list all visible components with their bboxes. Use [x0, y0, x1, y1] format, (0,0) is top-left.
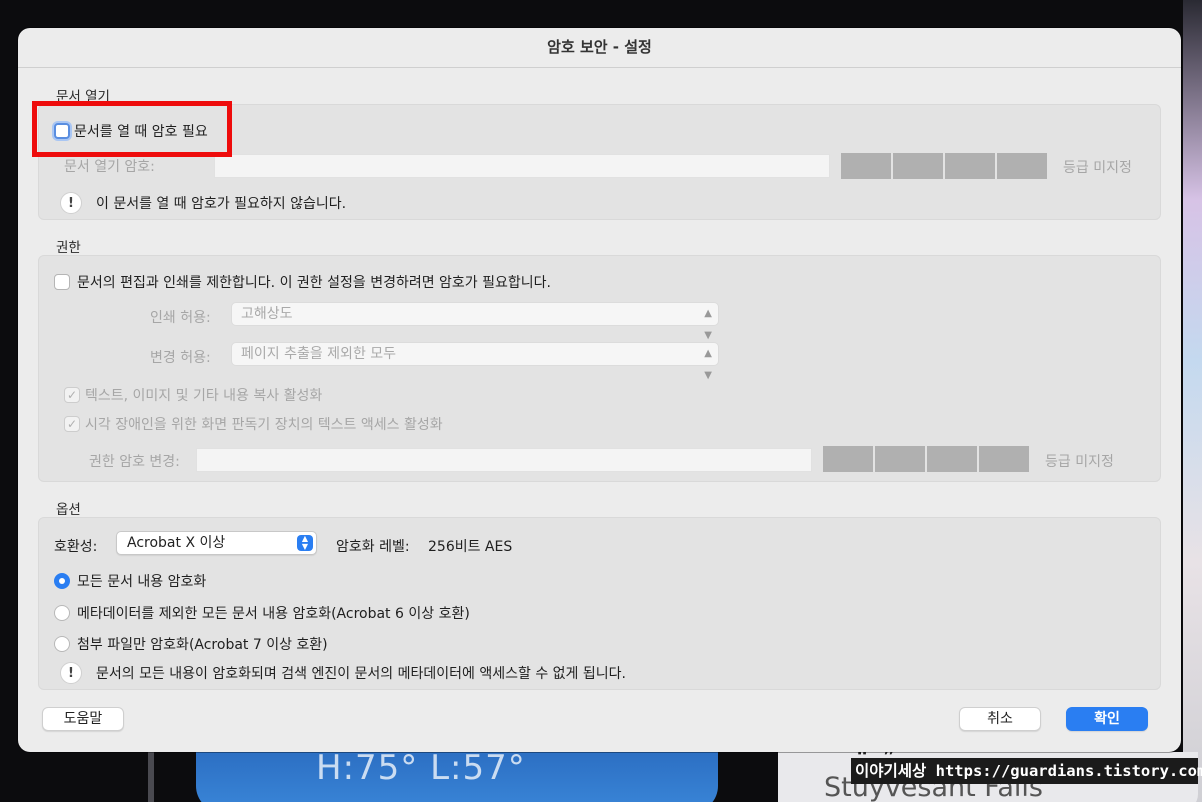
encryption-level-value: 256비트 AES: [428, 539, 513, 555]
open-info-text: 이 문서를 열 때 암호가 필요하지 않습니다.: [96, 196, 347, 212]
radio-encrypt-except-metadata-label: 메타데이터를 제외한 모든 문서 내용 암호화(Acrobat 6 이상 호환): [77, 606, 470, 622]
permissions-strength-label: 등급 미지정: [1045, 454, 1114, 470]
radio-encrypt-attachments-row[interactable]: 첨부 파일만 암호화(Acrobat 7 이상 호환): [54, 634, 328, 654]
strength-segment: [893, 153, 943, 179]
open-password-input[interactable]: [214, 154, 830, 178]
radio-encrypt-all-row[interactable]: 모든 문서 내용 암호화: [54, 571, 206, 591]
change-allowed-value: 페이지 추출을 제외한 모두: [241, 346, 397, 362]
copy-content-label: 텍스트, 이미지 및 기타 내용 복사 활성화: [85, 388, 323, 404]
screenreader-checkbox[interactable]: ✓: [64, 416, 80, 432]
exclamation-icon: !: [60, 662, 82, 684]
strength-segment: [927, 446, 977, 472]
weather-temperature: H:75° L:57°: [316, 752, 526, 788]
dialog-title: 암호 보안 - 설정: [18, 28, 1181, 68]
options-group: 호환성: Acrobat X 이상 ▲ ▼ 암호화 레벨: 256비트 AES 모…: [38, 517, 1161, 690]
radio-encrypt-except-metadata[interactable]: [54, 605, 70, 621]
radio-encrypt-attachments-label: 첨부 파일만 암호화(Acrobat 7 이상 호환): [77, 637, 328, 653]
copy-content-row[interactable]: ✓ 텍스트, 이미지 및 기타 내용 복사 활성화: [64, 385, 322, 405]
permissions-group: 문서의 편집과 인쇄를 제한합니다. 이 권한 설정을 변경하려면 암호가 필요…: [38, 255, 1161, 482]
chevron-updown-icon: ▲ ▼: [297, 535, 313, 551]
print-allowed-select[interactable]: 고해상도 ▲ ▼: [231, 302, 719, 341]
strength-segment: [979, 446, 1029, 472]
encryption-level-label: 암호화 레벨:: [336, 539, 410, 555]
open-info-row: ! 이 문서를 열 때 암호가 필요하지 않습니다.: [60, 192, 346, 214]
highlight-box: [32, 101, 232, 157]
strength-segment: [875, 446, 925, 472]
radio-encrypt-all-label: 모든 문서 내용 암호화: [77, 574, 207, 590]
options-info-row: ! 문서의 모든 내용이 암호화되며 검색 엔진이 문서의 메타데이터에 액세스…: [60, 662, 626, 684]
open-password-label: 문서 열기 암호:: [64, 159, 155, 175]
options-info-text: 문서의 모든 내용이 암호화되며 검색 엔진이 문서의 메타데이터에 액세스할 …: [96, 666, 626, 682]
permissions-password-input[interactable]: [196, 448, 812, 472]
compat-select[interactable]: Acrobat X 이상 ▲ ▼: [116, 531, 317, 555]
help-button[interactable]: 도움말: [42, 707, 124, 731]
weather-widget: H:75° L:57°: [196, 752, 718, 802]
restrict-editing-label: 문서의 편집과 인쇄를 제한합니다. 이 권한 설정을 변경하려면 암호가 필요…: [77, 275, 551, 291]
change-allowed-select[interactable]: 페이지 추출을 제외한 모두 ▲ ▼: [231, 342, 719, 381]
desktop-wallpaper-edge: [1183, 0, 1202, 802]
radio-encrypt-attachments[interactable]: [54, 636, 70, 652]
radio-encrypt-except-metadata-row[interactable]: 메타데이터를 제외한 모든 문서 내용 암호화(Acrobat 6 이상 호환): [54, 603, 470, 623]
restrict-editing-row[interactable]: 문서의 편집과 인쇄를 제한합니다. 이 권한 설정을 변경하려면 암호가 필요…: [54, 272, 551, 292]
blog-watermark: 이야기세상 https://guardians.tistory.com: [851, 758, 1202, 784]
strength-segment: [997, 153, 1047, 179]
section-heading-options: 옵션: [56, 502, 81, 518]
print-allowed-label: 인쇄 허용:: [150, 310, 211, 326]
chevron-updown-icon: ▲ ▼: [704, 308, 712, 341]
desktop-stripe: [148, 752, 154, 802]
compat-value: Acrobat X 이상: [127, 535, 226, 551]
copy-content-checkbox[interactable]: ✓: [64, 387, 80, 403]
screenreader-row[interactable]: ✓ 시각 장애인을 위한 화면 판독기 장치의 텍스트 액세스 활성화: [64, 414, 443, 434]
cancel-button[interactable]: 취소: [959, 707, 1041, 731]
section-heading-permissions: 권한: [56, 240, 81, 256]
restrict-editing-checkbox[interactable]: [54, 274, 70, 290]
open-password-strength-label: 등급 미지정: [1063, 160, 1132, 176]
ok-button[interactable]: 확인: [1066, 707, 1148, 731]
print-allowed-value: 고해상도: [241, 306, 293, 322]
exclamation-icon: !: [60, 192, 82, 214]
permissions-password-label: 권한 암호 변경:: [89, 454, 180, 470]
chevron-updown-icon: ▲ ▼: [704, 348, 712, 381]
compat-label: 호환성:: [54, 539, 98, 555]
change-allowed-label: 변경 허용:: [150, 350, 211, 366]
open-password-strength-meter: [841, 153, 1047, 179]
permissions-password-strength-meter: [823, 446, 1029, 472]
screenreader-label: 시각 장애인을 위한 화면 판독기 장치의 텍스트 액세스 활성화: [85, 417, 443, 433]
strength-segment: [841, 153, 891, 179]
strength-segment: [823, 446, 873, 472]
radio-encrypt-all[interactable]: [54, 573, 70, 589]
strength-segment: [945, 153, 995, 179]
